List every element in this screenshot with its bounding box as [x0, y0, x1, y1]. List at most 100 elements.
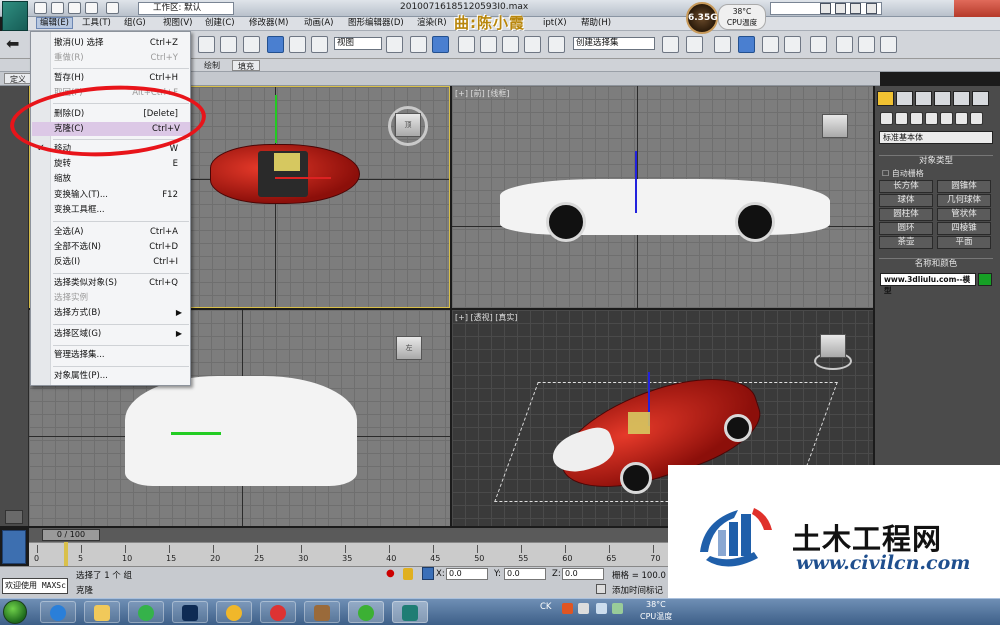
taskbar-app-chrome[interactable]	[260, 601, 296, 623]
display-tab-icon[interactable]	[953, 91, 970, 106]
hierarchy-tab-icon[interactable]	[915, 91, 932, 106]
menu-item-select-similar[interactable]: 选择类似对象(S) Ctrl+Q	[54, 276, 188, 290]
viewcube[interactable]	[822, 114, 848, 138]
sogou-icon[interactable]	[562, 603, 573, 614]
cameras-icon[interactable]	[925, 112, 938, 125]
time-slider-track[interactable]	[29, 528, 669, 542]
menu-item-manage-selection-sets[interactable]: 管理选择集...	[54, 348, 188, 362]
edit-named-selection-icon[interactable]	[548, 36, 565, 53]
spacewarps-icon[interactable]	[955, 112, 968, 125]
app-logo-icon[interactable]	[2, 1, 28, 31]
create-tab-icon[interactable]	[877, 91, 894, 106]
pivot-icon[interactable]	[386, 36, 403, 53]
select-rotate-icon[interactable]	[289, 36, 306, 53]
menu-view[interactable]: 视图(V)	[160, 17, 195, 29]
tools-icon[interactable]	[835, 3, 846, 14]
taskbar-app-ie[interactable]	[40, 601, 76, 623]
x-coordinate-field[interactable]: 0.0	[446, 568, 488, 580]
taskbar-app-360[interactable]	[128, 601, 164, 623]
auto-grid-checkbox[interactable]: ☐ 自动栅格	[882, 168, 924, 179]
viewcube[interactable]	[820, 334, 846, 358]
undo-icon[interactable]	[85, 2, 98, 14]
taskbar-app-player[interactable]	[216, 601, 252, 623]
help-icon[interactable]	[866, 3, 877, 14]
tab-fill[interactable]: 填充	[232, 60, 260, 71]
graphite-toggle-icon[interactable]	[738, 36, 755, 53]
spinner-snap-icon[interactable]	[524, 36, 541, 53]
wrench-icon[interactable]	[820, 3, 831, 14]
select-manipulate-icon[interactable]	[410, 36, 427, 53]
teapot-button[interactable]: 茶壶	[879, 236, 933, 249]
viewport-label-front[interactable]: [+] [前] [线框]	[455, 88, 510, 99]
menu-edit[interactable]: 编辑(E)	[36, 17, 74, 29]
taskbar-app-photoshop[interactable]	[172, 601, 208, 623]
menu-group[interactable]: 组(G)	[121, 17, 149, 29]
material-editor-icon[interactable]	[810, 36, 827, 53]
lock-icon[interactable]	[403, 568, 413, 580]
box-button[interactable]: 长方体	[879, 180, 933, 193]
plane-button[interactable]: 平面	[937, 236, 991, 249]
menu-item-rotate[interactable]: 旋转 E	[54, 157, 188, 171]
maxscript-listener[interactable]: 欢迎使用 MAXSc	[2, 578, 68, 594]
named-selection-dropdown[interactable]: 创建选择集	[573, 37, 655, 50]
menu-item-hold[interactable]: 暂存(H) Ctrl+H	[54, 71, 188, 85]
tab-draw[interactable]: 绘制	[199, 60, 225, 71]
cylinder-button[interactable]: 圆柱体	[879, 208, 933, 221]
name-color-header[interactable]: 名称和颜色	[879, 258, 993, 269]
menu-modifiers[interactable]: 修改器(M)	[246, 17, 291, 29]
pyramid-button[interactable]: 四棱锥	[937, 222, 991, 235]
render-setup-icon[interactable]	[836, 36, 853, 53]
taskbar-app-3dsmax[interactable]	[392, 601, 428, 623]
angle-snap-icon[interactable]	[480, 36, 497, 53]
select-region-icon[interactable]	[220, 36, 237, 53]
menu-item-selection-region[interactable]: 选择区域(G) ▶	[54, 327, 188, 341]
open-file-icon[interactable]	[51, 2, 64, 14]
menu-item-redo[interactable]: 重做(R) Ctrl+Y	[54, 51, 188, 65]
star-icon[interactable]	[850, 3, 861, 14]
object-type-header[interactable]: 对象类型	[879, 155, 993, 166]
percent-snap-icon[interactable]	[502, 36, 519, 53]
menu-item-select-instances[interactable]: 选择实例	[54, 291, 188, 305]
primitive-type-dropdown[interactable]: 标准基本体	[879, 131, 993, 144]
tube-button[interactable]: 管状体	[937, 208, 991, 221]
keyboard-shortcut-icon[interactable]	[432, 36, 449, 53]
taskbar-app-explorer[interactable]	[84, 601, 120, 623]
helpers-icon[interactable]	[940, 112, 953, 125]
select-scale-icon[interactable]	[311, 36, 328, 53]
geometry-icon[interactable]	[880, 112, 893, 125]
add-time-tag-button[interactable]: 添加时间标记	[612, 584, 663, 596]
viewcube[interactable]: 顶	[395, 113, 421, 137]
schematic-view-icon[interactable]	[784, 36, 801, 53]
viewport-layout-icon[interactable]	[2, 530, 26, 564]
taskbar-app-wechat[interactable]	[348, 601, 384, 623]
back-arrow-icon[interactable]: ⬅	[6, 36, 24, 53]
menu-graph-editors[interactable]: 图形编辑器(D)	[345, 17, 407, 29]
reference-coordinate-dropdown[interactable]: 视图	[334, 37, 382, 50]
render-icon[interactable]	[880, 36, 897, 53]
start-button[interactable]	[3, 600, 27, 624]
save-file-icon[interactable]	[68, 2, 81, 14]
viewport-front[interactable]: [+] [前] [线框]	[452, 86, 873, 308]
menu-item-transform-toolbox[interactable]: 变换工具框...	[54, 203, 188, 217]
modify-tab-icon[interactable]	[896, 91, 913, 106]
z-coordinate-field[interactable]: 0.0	[562, 568, 604, 580]
menu-help[interactable]: 帮助(H)	[578, 17, 614, 29]
menu-item-scale[interactable]: 缩放	[54, 172, 188, 186]
select-move-icon[interactable]	[267, 36, 284, 53]
cpu-gauge[interactable]: 6.35G	[686, 2, 718, 34]
menu-animation[interactable]: 动画(A)	[301, 17, 336, 29]
torus-button[interactable]: 圆环	[879, 222, 933, 235]
snap-toggle-icon[interactable]	[458, 36, 475, 53]
mirror-icon[interactable]	[662, 36, 679, 53]
workspace-dropdown[interactable]: 工作区: 默认	[138, 2, 234, 15]
pin-icon[interactable]: ●	[386, 568, 396, 580]
menu-item-select-by[interactable]: 选择方式(B) ▶	[54, 306, 188, 320]
align-icon[interactable]	[686, 36, 703, 53]
layer-icon[interactable]	[714, 36, 731, 53]
rendered-frame-icon[interactable]	[858, 36, 875, 53]
viewport-label-perspective[interactable]: [+] [透视] [真实]	[455, 312, 518, 323]
menu-item-transform-typein[interactable]: 变换输入(T)... F12	[54, 188, 188, 202]
menu-item-object-properties[interactable]: 对象属性(P)...	[54, 369, 188, 383]
redo-icon[interactable]	[106, 2, 119, 14]
menu-item-undo[interactable]: 撤消(U) 选择 Ctrl+Z	[54, 36, 188, 50]
